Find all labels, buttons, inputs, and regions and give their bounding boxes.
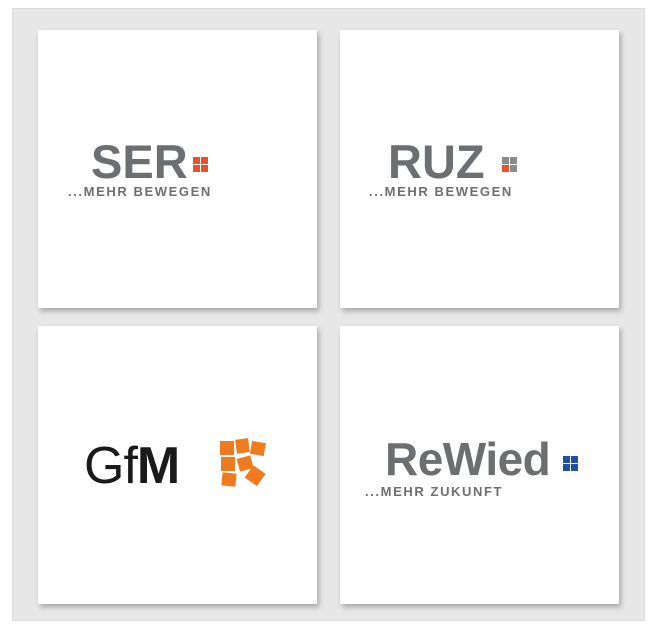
rewied-wordmark: ReWied	[385, 433, 551, 485]
logo-tile-rewied: ReWied ...MEHR ZUKUNFT	[340, 326, 619, 604]
ruz-tagline: ...MEHR BEWEGEN	[369, 184, 513, 199]
rewied-square-icon	[563, 456, 578, 471]
logo-tile-gfm: GfM	[38, 326, 317, 604]
gfm-wordmark-light: Gf	[84, 437, 138, 495]
logo-tile-ruz: RUZ ...MEHR BEWEGEN	[340, 30, 619, 308]
ser-wordmark: SER	[91, 135, 188, 188]
gfm-squares-icon	[218, 438, 270, 495]
logo-tile-ser: SER ...MEHR BEWEGEN	[38, 30, 317, 308]
gfm-wordmark: GfM	[84, 440, 180, 492]
ruz-square-icon	[502, 157, 517, 172]
ser-square-icon	[193, 157, 208, 172]
rewied-tagline: ...MEHR ZUKUNFT	[365, 484, 504, 499]
ser-tagline: ...MEHR BEWEGEN	[68, 184, 212, 199]
gfm-wordmark-bold: M	[136, 437, 181, 495]
ruz-wordmark: RUZ	[388, 135, 485, 188]
